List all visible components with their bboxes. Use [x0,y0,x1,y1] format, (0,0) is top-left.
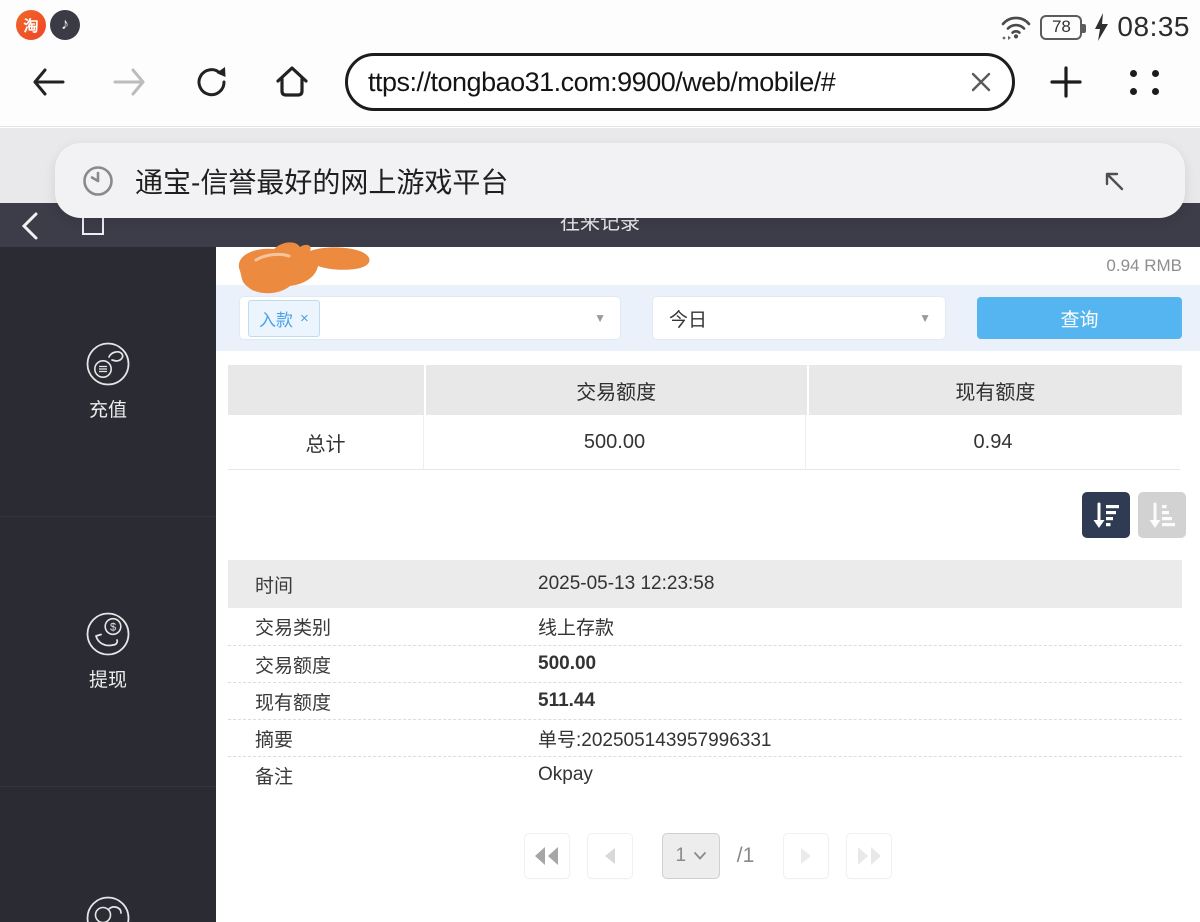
previous-page-button[interactable] [587,833,633,879]
summary-header-cell: 现有额度 [809,365,1182,415]
new-tab-button[interactable] [1046,62,1086,102]
sidebar-item-label: 提现 [89,665,127,692]
summary-current-balance: 0.94 [806,415,1180,470]
battery-level: 78 [1052,17,1071,37]
sort-descending-button[interactable] [1082,492,1130,538]
suggestion-title[interactable]: 通宝-信誉最好的网上游戏平台 [135,161,1185,201]
record-label: 交易额度 [228,651,538,678]
chevron-down-icon: ▼ [919,311,931,325]
withdraw-hand-dollar-icon: $ [85,611,131,657]
sidebar-item-recharge[interactable]: 充值 [0,247,216,517]
charging-bolt-icon [1094,13,1109,41]
record-value: 单号:202505143957996331 [538,725,771,752]
forward-button[interactable] [110,62,150,102]
taobao-glyph: 淘 [23,15,38,36]
last-page-button[interactable] [846,833,892,879]
douyin-notification-icon[interactable]: ♪ [50,10,80,40]
sort-controls [1082,492,1186,538]
url-bar[interactable]: ttps://tongbao31.com:9900/web/mobile/# [345,53,1015,111]
date-range-value: 今日 [669,305,707,332]
summary-total-label: 总计 [228,415,424,470]
transaction-type-dropdown[interactable]: 入款 × ▼ [240,297,620,339]
summary-table: 交易额度 现有额度 总计 500.00 0.94 [228,365,1182,470]
remove-tag-icon[interactable]: × [300,310,309,327]
summary-total-row: 总计 500.00 0.94 [228,415,1182,470]
sidebar: 充值 $ 提现 [0,247,216,922]
tabs-menu-icon[interactable] [1130,70,1168,98]
record-label: 时间 [228,571,538,598]
record-row-time: 时间 2025-05-13 12:23:58 [228,560,1182,608]
record-row-summary: 摘要 单号:202505143957996331 [228,719,1182,756]
query-button[interactable]: 查询 [977,297,1182,339]
sort-ascending-button[interactable] [1138,492,1186,538]
main-content: 0.94 RMB 入款 × ▼ 今日 ▼ 查询 [216,247,1200,922]
home-button[interactable] [272,62,312,102]
refresh-button[interactable] [192,62,232,102]
recharge-hand-coin-icon [85,341,131,387]
page-select-value: 1 [675,845,686,867]
back-button[interactable] [28,62,68,102]
url-text[interactable]: ttps://tongbao31.com:9900/web/mobile/# [368,67,968,98]
record-label: 交易类别 [228,613,538,640]
sidebar-item-partial[interactable] [0,787,216,922]
record-value: Okpay [538,764,593,786]
page-select[interactable]: 1 [662,833,720,879]
partial-circle-icon [85,895,131,922]
record-row-amount: 交易额度 500.00 [228,645,1182,682]
record-detail-card: 时间 2025-05-13 12:23:58 交易类别 线上存款 交易额度 50… [228,560,1182,793]
next-page-button[interactable] [783,833,829,879]
record-value: 2025-05-13 12:23:58 [538,573,714,595]
summary-transaction-amount: 500.00 [424,415,806,470]
clear-url-icon[interactable] [968,69,994,95]
status-indicators: 78 08:35 [1000,8,1190,46]
history-clock-icon [81,164,115,198]
record-label: 备注 [228,762,538,789]
sidebar-item-withdraw[interactable]: $ 提现 [0,517,216,787]
first-page-button[interactable] [524,833,570,879]
record-label: 摘要 [228,725,538,752]
redaction-scribble [222,239,380,297]
type-filter-label: 入款 [259,306,293,331]
record-value: 511.44 [538,690,595,712]
record-value: 500.00 [538,653,596,675]
type-filter-tag[interactable]: 入款 × [248,300,320,337]
chevron-down-icon: ▼ [594,311,606,325]
taobao-notification-icon[interactable]: 淘 [16,10,46,40]
music-note-glyph: ♪ [61,16,69,34]
battery-icon: 78 [1040,15,1082,40]
svg-text:$: $ [110,622,116,634]
screen: 淘 ♪ 78 08:35 [0,0,1200,922]
browser-chrome: 淘 ♪ 78 08:35 [0,0,1200,127]
summary-header-cell: 交易额度 [426,365,807,415]
insert-suggestion-arrow-icon[interactable] [1101,168,1127,194]
record-row-remark: 备注 Okpay [228,756,1182,793]
record-value: 线上存款 [538,613,614,640]
total-pages-label: /1 [737,844,755,868]
balance-amount: 0.94 RMB [1106,256,1182,276]
summary-header-row: 交易额度 现有额度 [228,365,1182,415]
summary-header-cell [228,365,424,415]
url-suggestion-card[interactable]: 通宝-信誉最好的网上游戏平台 [55,143,1185,218]
record-row-type: 交易类别 线上存款 [228,608,1182,645]
pagination: 1 /1 [216,833,1200,879]
record-row-balance: 现有额度 511.44 [228,682,1182,719]
record-label: 现有额度 [228,688,538,715]
sidebar-item-label: 充值 [89,395,127,422]
clock-time: 08:35 [1117,11,1190,43]
wifi-icon [1000,13,1032,41]
date-range-dropdown[interactable]: 今日 ▼ [653,297,945,339]
